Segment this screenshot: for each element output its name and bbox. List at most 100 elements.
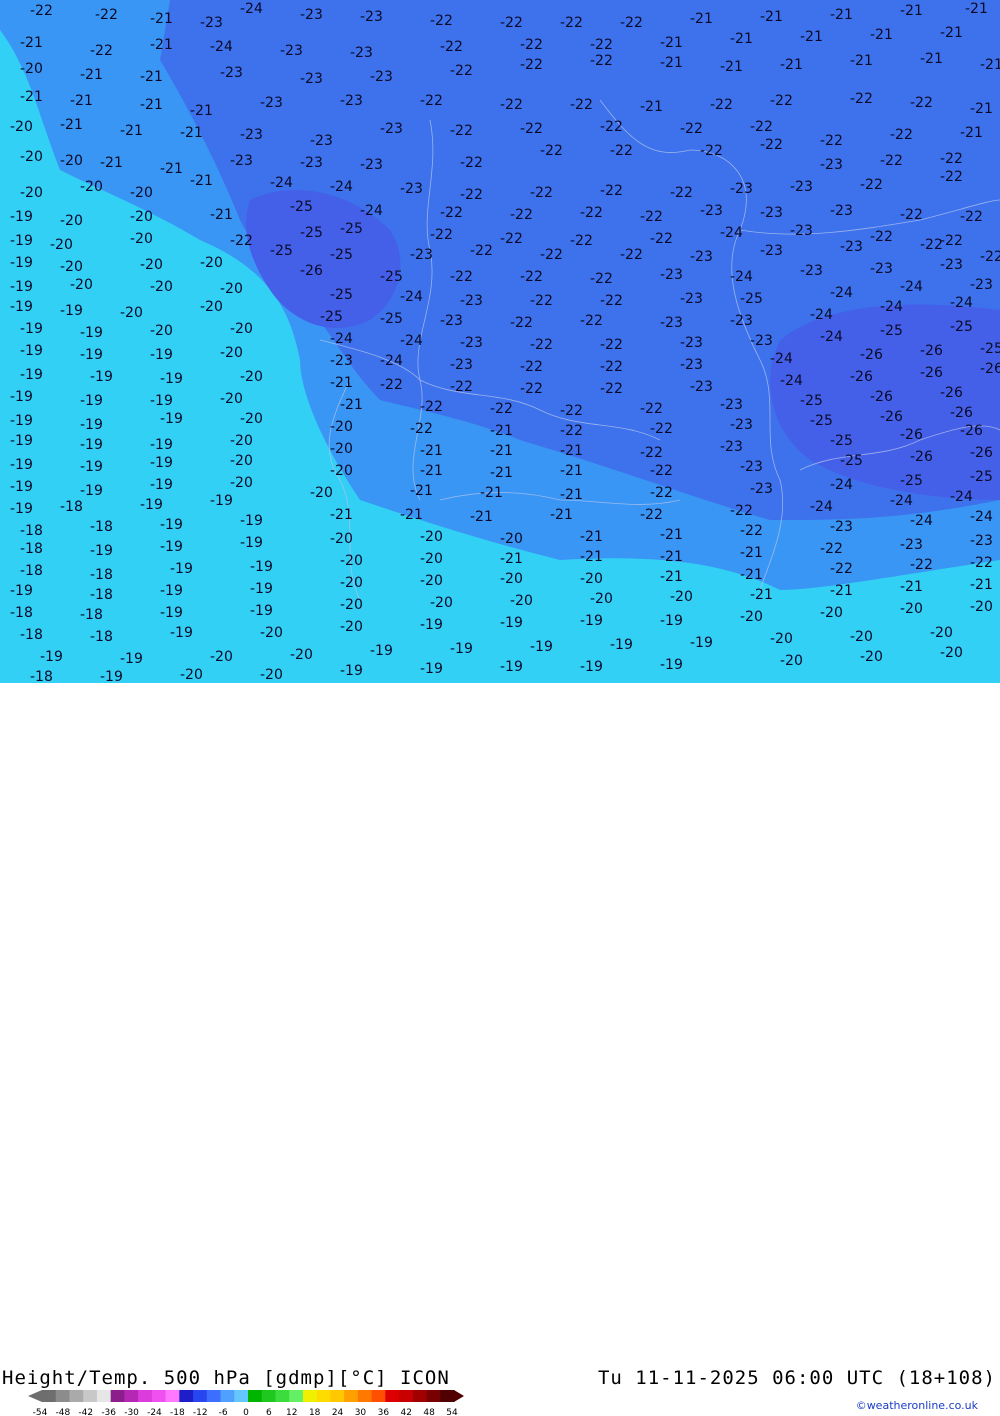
contour-label: -21	[660, 549, 683, 565]
contour-label: -26	[940, 385, 963, 401]
scale-swatch	[357, 1390, 373, 1402]
contour-label: -19	[660, 613, 683, 629]
contour-label: -22	[590, 271, 613, 287]
contour-label: -20	[420, 551, 443, 567]
contour-label: -19	[90, 369, 113, 385]
contour-label: -21	[180, 125, 203, 141]
contour-label: -22	[730, 503, 753, 519]
credit-link[interactable]: ©weatheronline.co.uk	[856, 1399, 978, 1412]
scale-tick-label: -54	[33, 1408, 48, 1416]
contour-label: -22	[910, 95, 933, 111]
contour-label: -21	[150, 11, 173, 27]
contour-label: -19	[10, 457, 33, 473]
contour-label: -22	[620, 247, 643, 263]
contour-label: -20	[780, 653, 803, 669]
contour-label: -19	[80, 483, 103, 499]
contour-label: -21	[140, 97, 163, 113]
contour-label: -22	[460, 155, 483, 171]
contour-label: -22	[560, 403, 583, 419]
contour-label: -20	[150, 323, 173, 339]
contour-label: -20	[510, 593, 533, 609]
contour-label: -20	[60, 153, 83, 169]
color-scale: -54 -48 -42 -36 -30 -24 -18 -12 -6 0 6 12 18 24 30 36 42…	[28, 1390, 464, 1416]
contour-label: -21	[740, 567, 763, 583]
contour-label: -23	[340, 93, 363, 109]
scale-swatch	[42, 1390, 57, 1402]
contour-label: -24	[910, 513, 933, 529]
contour-label: -19	[20, 321, 43, 337]
contour-label: -21	[660, 35, 683, 51]
contour-label: -23	[740, 459, 763, 475]
scale-swatch	[385, 1390, 400, 1402]
contour-label: -23	[720, 397, 743, 413]
scale-tick-label: 48	[423, 1408, 435, 1416]
scale-tick-label: 12	[286, 1408, 297, 1416]
contour-label: -23	[440, 313, 463, 329]
contour-label: -22	[830, 561, 853, 577]
contour-label: -23	[300, 155, 323, 171]
contour-label: -20	[740, 609, 763, 625]
contour-label: -24	[810, 499, 833, 515]
scale-tick-label: -42	[78, 1408, 93, 1416]
contour-label: -19	[150, 437, 173, 453]
contour-label: -22	[520, 359, 543, 375]
contour-label: -22	[700, 143, 723, 159]
contour-label: -20	[140, 257, 163, 273]
contour-label: -19	[250, 581, 273, 597]
contour-label: -22	[470, 243, 493, 259]
scale-tick-label: 18	[309, 1408, 321, 1416]
contour-label: -21	[780, 57, 803, 73]
contour-label: -21	[160, 161, 183, 177]
contour-label: -19	[660, 657, 683, 673]
contour-label: -21	[60, 117, 83, 133]
contour-label: -23	[750, 481, 773, 497]
contour-label: -22	[650, 421, 673, 437]
contour-label: -20	[500, 531, 523, 547]
scale-tick-label: 54	[446, 1408, 458, 1416]
contour-label: -19	[160, 411, 183, 427]
contour-label: -20	[420, 573, 443, 589]
contour-label: -22	[450, 63, 473, 79]
contour-label: -21	[920, 51, 943, 67]
contour-label: -22	[680, 121, 703, 137]
contour-label: -25	[840, 453, 863, 469]
contour-label: -20	[180, 667, 203, 683]
contour-label: -22	[500, 97, 523, 113]
contour-label: -24	[970, 509, 993, 525]
contour-label: -20	[20, 149, 43, 165]
contour-label: -22	[530, 185, 553, 201]
contour-label: -22	[600, 359, 623, 375]
scale-tick-label: -48	[56, 1408, 71, 1416]
contour-label: -24	[270, 175, 293, 191]
contour-label: -22	[380, 377, 403, 393]
contour-label: -21	[720, 59, 743, 75]
contour-label: -22	[230, 233, 253, 249]
contour-label: -25	[880, 323, 903, 339]
contour-label: -19	[370, 643, 393, 659]
contour-label: -24	[770, 351, 793, 367]
contour-label: -25	[900, 473, 923, 489]
contour-label: -24	[880, 299, 903, 315]
contour-label: -20	[670, 589, 693, 605]
scale-tick-label: 36	[378, 1408, 390, 1416]
contour-label: -19	[80, 459, 103, 475]
contour-label: -21	[800, 29, 823, 45]
contour-label: -20	[970, 599, 993, 615]
contour-label: -22	[750, 119, 773, 135]
contour-label: -22	[430, 227, 453, 243]
contour-label: -21	[830, 583, 853, 599]
contour-label: -26	[900, 427, 923, 443]
contour-label: -22	[520, 57, 543, 73]
contour-label: -20	[60, 213, 83, 229]
contour-label: -22	[95, 7, 118, 23]
contour-label: -21	[560, 463, 583, 479]
contour-label: -23	[720, 439, 743, 455]
contour-label: -21	[580, 529, 603, 545]
contour-label: -22	[610, 143, 633, 159]
contour-label: -20	[580, 571, 603, 587]
scale-swatch	[55, 1390, 70, 1402]
contour-label: -20	[70, 277, 93, 293]
contour-label: -26	[950, 405, 973, 421]
contour-label: -25	[300, 225, 323, 241]
contour-label: -21	[830, 7, 853, 23]
